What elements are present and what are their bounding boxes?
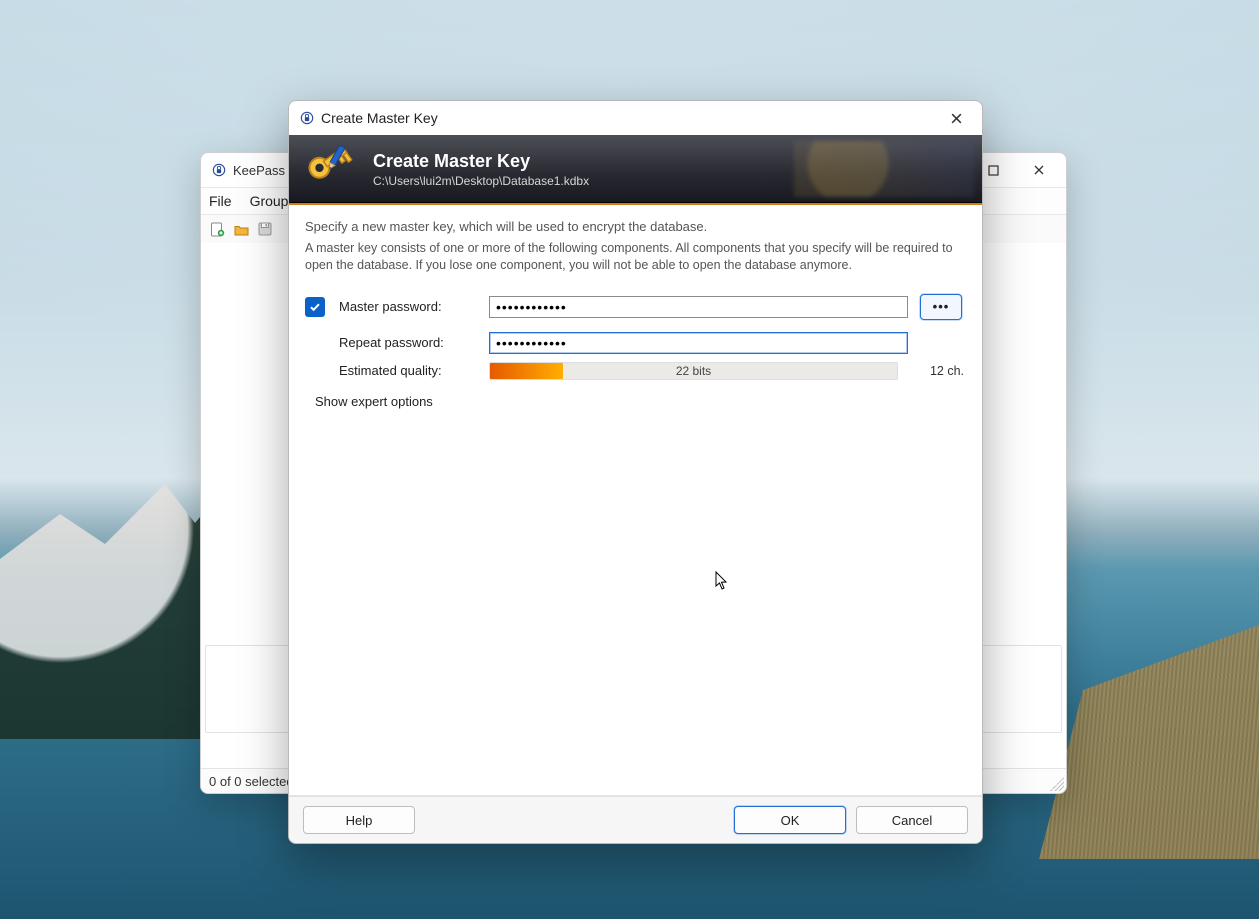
ok-button[interactable]: OK [734, 806, 846, 834]
dialog-banner: Create Master Key C:\Users\lui2m\Desktop… [289, 135, 982, 205]
repeat-password-row: Repeat password: [305, 328, 966, 358]
toolbar-save-icon[interactable] [255, 219, 275, 239]
dots-icon: ••• [933, 299, 950, 314]
menu-group[interactable]: Group [250, 193, 289, 209]
toolbar-new-icon[interactable] [207, 219, 227, 239]
keepass-app-icon [211, 162, 227, 178]
toolbar-open-icon[interactable] [231, 219, 251, 239]
repeat-password-label: Repeat password: [339, 335, 481, 350]
banner-title: Create Master Key [373, 151, 589, 172]
key-pencil-icon [303, 141, 361, 199]
reveal-password-button[interactable]: ••• [920, 294, 962, 320]
intro-text-2: A master key consists of one or more of … [305, 240, 966, 274]
dialog-app-icon [299, 110, 315, 126]
help-button[interactable]: Help [303, 806, 415, 834]
repeat-password-input[interactable] [489, 332, 908, 354]
menu-file[interactable]: File [209, 193, 232, 209]
master-password-checkbox[interactable] [305, 297, 325, 317]
wallpaper-decoration [1039, 599, 1259, 859]
master-password-input[interactable] [489, 296, 908, 318]
expert-options-row: Show expert options [305, 394, 966, 409]
estimated-quality-label: Estimated quality: [339, 363, 481, 378]
dialog-close-button[interactable] [934, 104, 978, 132]
dialog-titlebar[interactable]: Create Master Key [289, 101, 982, 135]
quality-bits-text: 22 bits [490, 363, 897, 379]
show-expert-label[interactable]: Show expert options [315, 394, 433, 409]
keepass-title: KeePass [233, 163, 285, 178]
create-master-key-dialog: Create Master Key [288, 100, 983, 844]
statusbar-selection: 0 of 0 selected [209, 774, 294, 789]
dialog-content: Specify a new master key, which will be … [289, 205, 982, 796]
quality-meter: 22 bits [489, 362, 898, 380]
intro-text-1: Specify a new master key, which will be … [305, 219, 966, 234]
dialog-footer: Help OK Cancel [289, 796, 982, 843]
close-button[interactable] [1016, 155, 1062, 185]
banner-path: C:\Users\lui2m\Desktop\Database1.kdbx [373, 174, 589, 188]
master-password-row: Master password: ••• [305, 292, 966, 322]
char-count-text: 12 ch. [906, 364, 966, 378]
desktop-wallpaper: KeePass File Group 0 of 0 [0, 0, 1259, 919]
resize-grip-icon[interactable] [1050, 777, 1064, 791]
dialog-title: Create Master Key [321, 110, 438, 126]
cancel-button[interactable]: Cancel [856, 806, 968, 834]
master-password-label: Master password: [339, 299, 481, 314]
quality-row: Estimated quality: 22 bits 12 ch. [305, 362, 966, 380]
